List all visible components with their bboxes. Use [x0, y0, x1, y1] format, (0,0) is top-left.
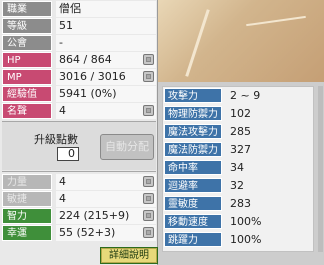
stat-value: 4: [56, 103, 156, 119]
stat-label: 公會: [2, 35, 52, 51]
luk-add-button[interactable]: [143, 227, 154, 238]
stat-label: 幸運: [2, 225, 52, 241]
stat-label: 經驗值: [2, 86, 52, 102]
detail-label: 魔法防禦力: [164, 142, 222, 157]
detail-row-avoid: 迴避率 32: [164, 178, 314, 193]
auto-assign-button[interactable]: 自動分配: [100, 134, 154, 160]
detail-label: 攻擊力: [164, 88, 222, 103]
dex-add-button[interactable]: [143, 193, 154, 204]
stat-label: MP: [2, 69, 52, 85]
stat-label: HP: [2, 52, 52, 68]
detail-label: 魔法攻擊力: [164, 124, 222, 139]
stat-value: 5941 (0%): [56, 86, 156, 102]
stat-label: 職業: [2, 1, 52, 17]
stat-value: 4: [56, 174, 156, 190]
stat-row-str: 力量 4: [2, 174, 156, 190]
detail-value: 283: [230, 197, 251, 210]
background-art: [158, 0, 324, 82]
stat-value: -: [56, 35, 156, 51]
stat-row-guild: 公會 -: [2, 35, 156, 51]
fame-add-button[interactable]: [143, 105, 154, 116]
int-add-button[interactable]: [143, 210, 154, 221]
stat-row-luk: 幸運 55 (52+3): [2, 225, 156, 241]
detail-label: 跳躍力: [164, 232, 222, 247]
stat-value: 4: [56, 191, 156, 207]
stat-value: 3016 / 3016: [56, 69, 156, 85]
stat-label: 等級: [2, 18, 52, 34]
mp-add-button[interactable]: [143, 71, 154, 82]
stat-row-int: 智力 224 (215+9): [2, 208, 156, 224]
stat-row-level: 等級 51: [2, 18, 156, 34]
detail-label: 靈敏度: [164, 196, 222, 211]
detail-row-accuracy: 命中率 34: [164, 160, 314, 175]
detail-label: 移動速度: [164, 214, 222, 229]
detail-scrollbar[interactable]: [318, 86, 323, 252]
stat-row-exp: 經驗值 5941 (0%): [2, 86, 156, 102]
art-crack: [185, 9, 210, 77]
detail-row-mdef: 魔法防禦力 327: [164, 142, 314, 157]
detail-value: 102: [230, 107, 251, 120]
detail-label: 命中率: [164, 160, 222, 175]
detail-value: 2 ~ 9: [230, 89, 261, 102]
detail-value: 100%: [230, 215, 262, 228]
detail-value: 285: [230, 125, 251, 138]
detail-value: 327: [230, 143, 251, 156]
detail-value: 34: [230, 161, 244, 174]
stat-row-fame: 名聲 4: [2, 103, 156, 119]
detail-row-attack: 攻擊力 2 ~ 9: [164, 88, 314, 103]
detail-row-jump: 跳躍力 100%: [164, 232, 314, 247]
stat-value: 僧侶: [56, 1, 156, 17]
divider: [2, 171, 156, 172]
hp-add-button[interactable]: [143, 54, 154, 65]
detail-value: 100%: [230, 233, 262, 246]
ability-points-title: 升級點數: [34, 133, 78, 146]
stat-row-mp: MP 3016 / 3016: [2, 69, 156, 85]
stat-row-job: 職業 僧侶: [2, 1, 156, 17]
detail-row-speed: 移動速度 100%: [164, 214, 314, 229]
detail-row-wdef: 物理防禦力 102: [164, 106, 314, 121]
stat-value: 224 (215+9): [56, 208, 156, 224]
art-crack: [246, 15, 306, 27]
str-add-button[interactable]: [143, 176, 154, 187]
stat-value: 864 / 864: [56, 52, 156, 68]
stat-row-dex: 敏捷 4: [2, 191, 156, 207]
detail-value: 32: [230, 179, 244, 192]
detail-label: 物理防禦力: [164, 106, 222, 121]
detail-row-matk: 魔法攻擊力 285: [164, 124, 314, 139]
stat-value: 51: [56, 18, 156, 34]
stat-label: 智力: [2, 208, 52, 224]
detail-row-hands: 靈敏度 283: [164, 196, 314, 211]
stat-label: 敏捷: [2, 191, 52, 207]
stat-panel-left: 職業 僧侶 等級 51 公會 - HP 864 / 864 MP 3016 / …: [0, 0, 158, 265]
ability-points-value: 0: [57, 147, 79, 161]
stat-label: 力量: [2, 174, 52, 190]
stat-value: 55 (52+3): [56, 225, 156, 241]
stat-label: 名聲: [2, 103, 52, 119]
stat-row-hp: HP 864 / 864: [2, 52, 156, 68]
character-stat-window: 職業 僧侶 等級 51 公會 - HP 864 / 864 MP 3016 / …: [0, 0, 324, 265]
detail-label: 迴避率: [164, 178, 222, 193]
detail-button[interactable]: 詳細說明: [100, 247, 158, 264]
detail-stat-panel: 攻擊力 2 ~ 9 物理防禦力 102 魔法攻擊力 285 魔法防禦力 327 …: [158, 82, 324, 265]
